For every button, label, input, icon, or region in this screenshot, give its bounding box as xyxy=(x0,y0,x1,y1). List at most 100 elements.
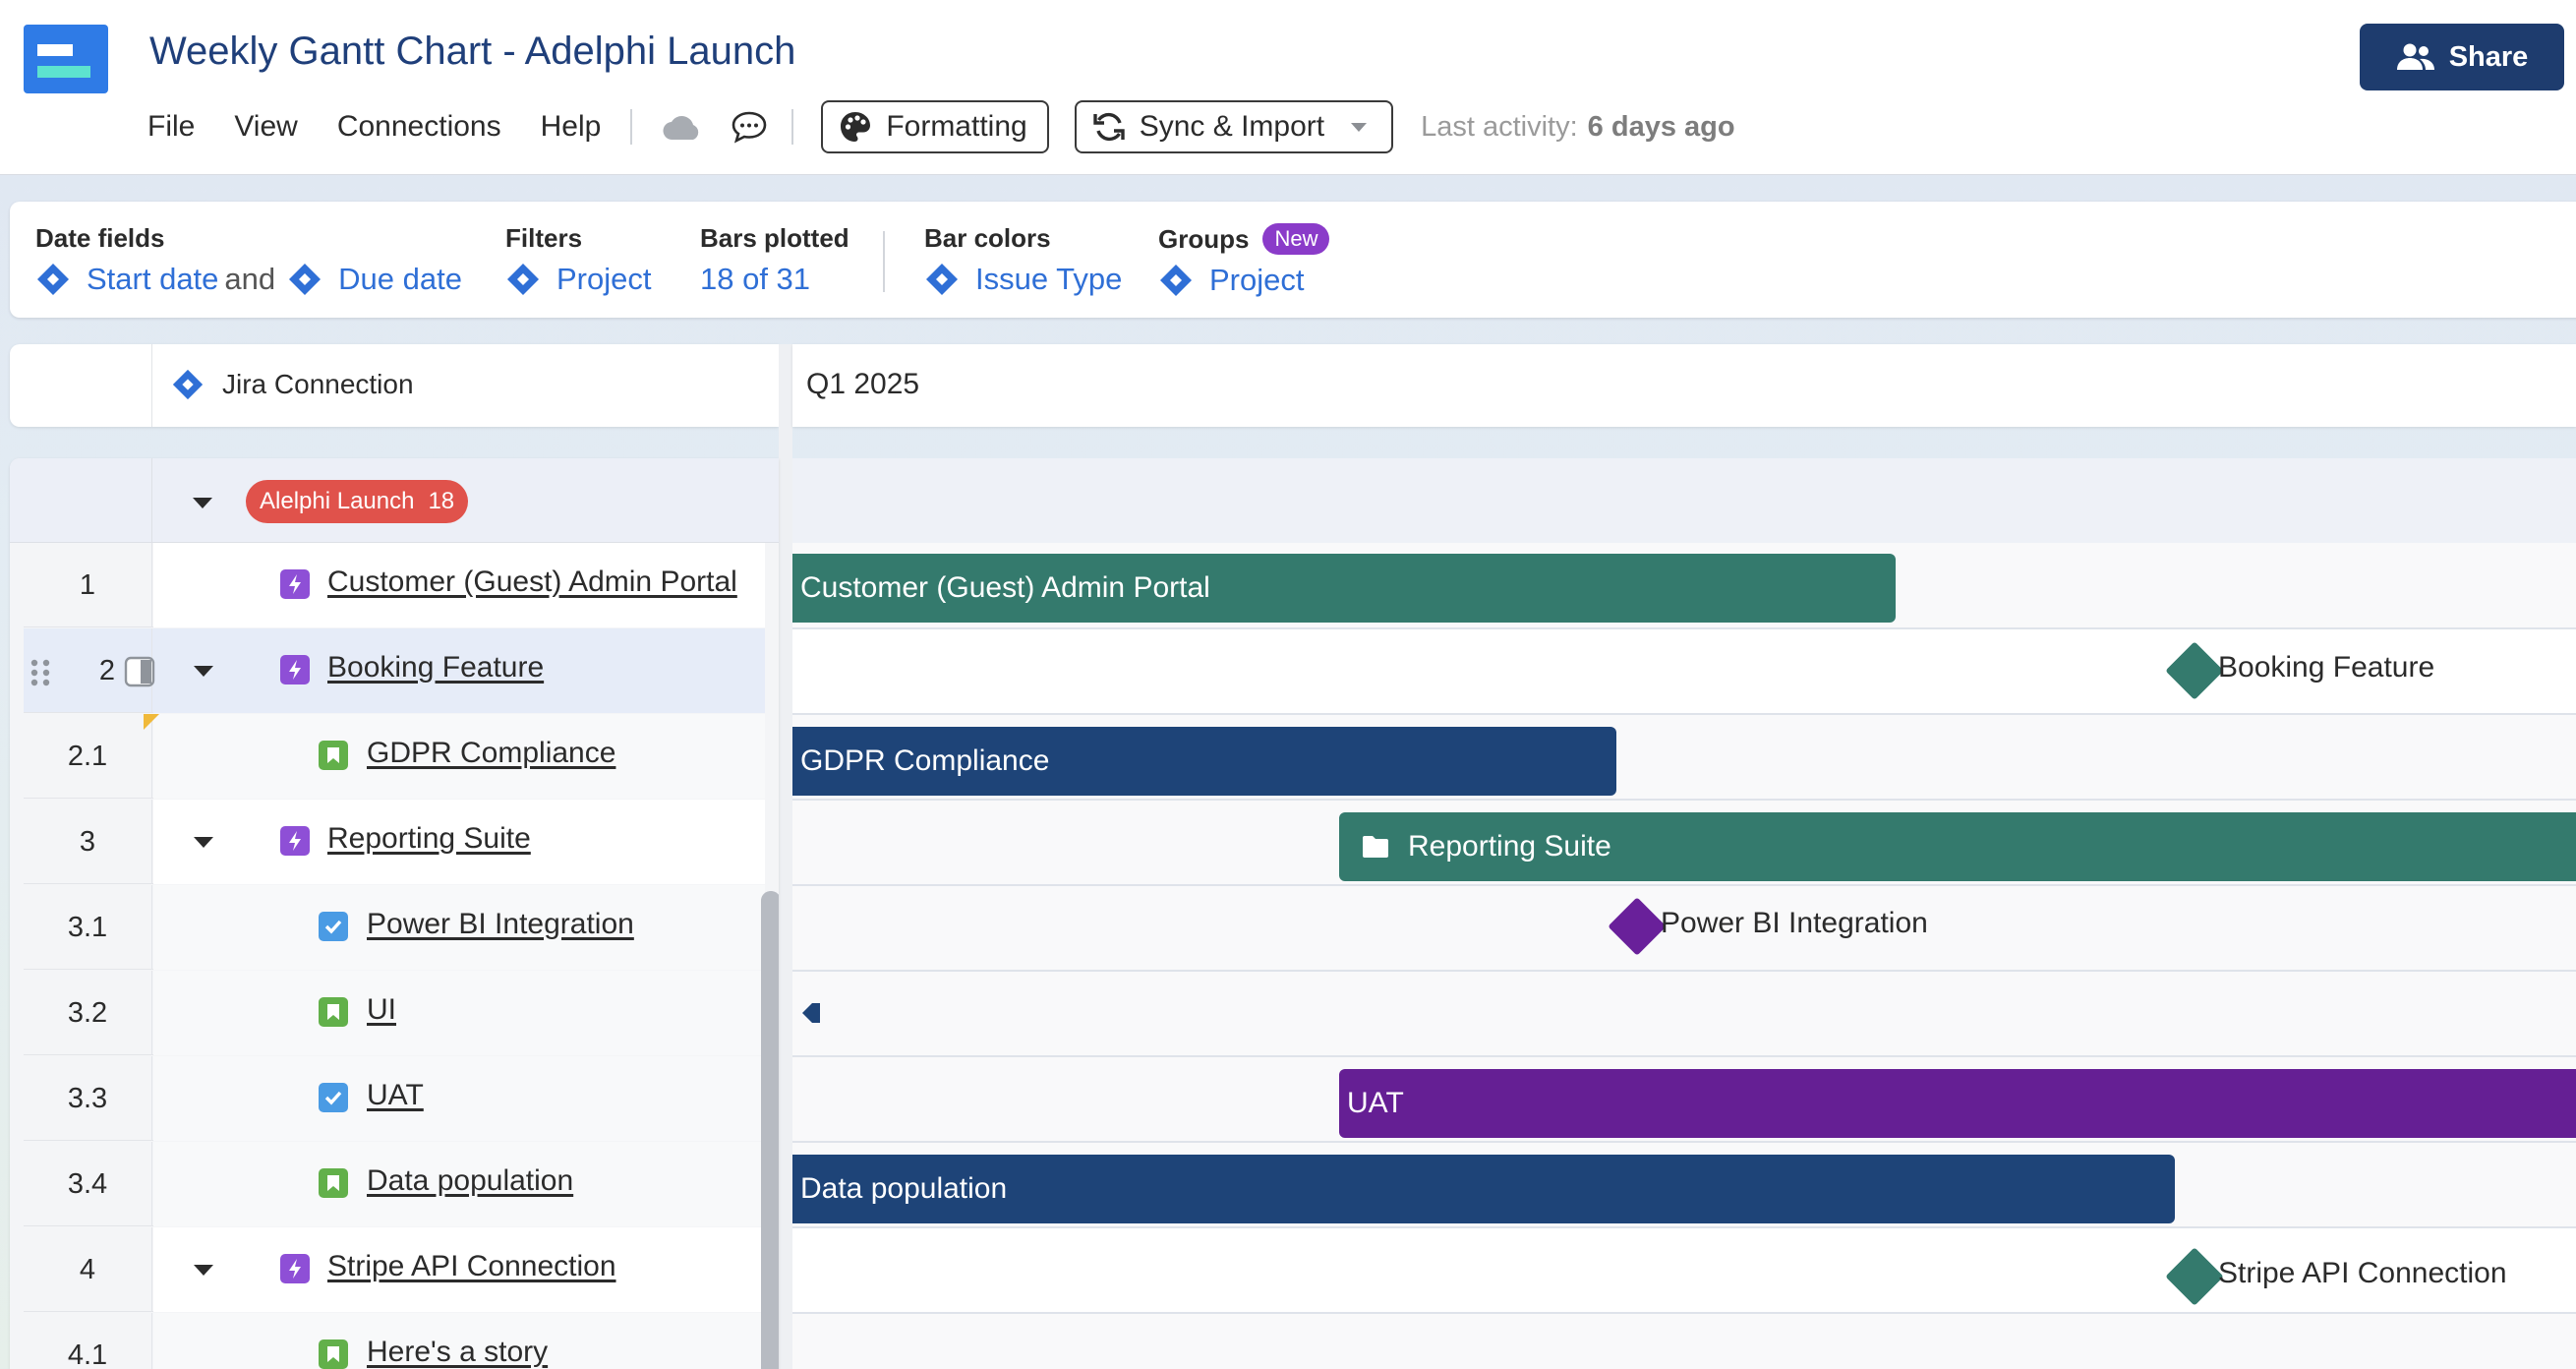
collapse-toggle[interactable] xyxy=(194,666,213,677)
issue-title[interactable]: Customer (Guest) Admin Portal xyxy=(327,565,737,599)
gantt-timeline: Customer (Guest) Admin Portal Booking Fe… xyxy=(792,458,2576,1369)
collapse-toggle[interactable] xyxy=(194,837,213,848)
jira-diamond-icon xyxy=(507,264,539,295)
chart-settings-bar: Date fields Start date and Due date Filt… xyxy=(10,202,2576,318)
sync-import-button[interactable]: Sync & Import xyxy=(1074,100,1394,153)
table-row[interactable]: 2 Booking Feature xyxy=(24,628,765,713)
jira-diamond-icon xyxy=(926,264,958,295)
task-icon xyxy=(319,912,348,941)
filters-label: Filters xyxy=(505,223,583,253)
document-title[interactable]: Weekly Gantt Chart - Adelphi Launch xyxy=(149,30,795,74)
last-activity-value: 6 days ago xyxy=(1587,110,1735,143)
bar-colors-value[interactable]: Issue Type xyxy=(975,262,1122,297)
bars-plotted-label: Bars plotted xyxy=(700,223,849,253)
gantt-bar[interactable]: Customer (Guest) Admin Portal xyxy=(792,554,1896,623)
issue-title[interactable]: GDPR Compliance xyxy=(367,737,615,770)
last-activity: Last activity: 6 days ago xyxy=(1421,111,1734,144)
sync-import-label: Sync & Import xyxy=(1139,110,1325,143)
comment-icon[interactable] xyxy=(727,107,772,147)
menu-file[interactable]: File xyxy=(147,110,195,144)
groups-value[interactable]: Project xyxy=(1209,263,1304,298)
pane-splitter[interactable] xyxy=(779,344,792,1369)
collapse-group-toggle[interactable] xyxy=(193,498,212,508)
issue-title[interactable]: Booking Feature xyxy=(327,651,544,684)
row-number: 4.1 xyxy=(24,1313,152,1369)
table-scrollbar[interactable] xyxy=(761,891,779,1369)
sync-icon xyxy=(1093,112,1125,142)
row-number: 3.3 xyxy=(24,1056,152,1141)
row-number: 3 xyxy=(24,800,152,884)
table-row[interactable]: 3 Reporting Suite xyxy=(24,800,765,884)
last-activity-label: Last activity: xyxy=(1421,110,1578,143)
row-number: 1 xyxy=(24,543,152,627)
groups-label: Groups xyxy=(1158,223,1250,254)
open-panel-icon[interactable] xyxy=(124,656,155,687)
connection-header[interactable]: Jira Connection xyxy=(171,368,414,401)
date-fields-setting: Date fields Start date and Due date xyxy=(35,223,462,297)
due-date-field[interactable]: Due date xyxy=(338,262,462,297)
cloud-icon[interactable] xyxy=(660,107,705,147)
menu-connections[interactable]: Connections xyxy=(337,110,501,144)
share-label: Share xyxy=(2448,40,2529,73)
gantt-bar-label: Reporting Suite xyxy=(1408,830,1611,863)
filters-setting: Filters Project xyxy=(505,223,651,297)
scrollbar-thumb[interactable] xyxy=(761,891,779,1369)
collapse-toggle[interactable] xyxy=(194,1265,213,1276)
story-icon xyxy=(319,1168,348,1198)
row-number: 4 xyxy=(24,1227,152,1312)
row-number: 3.2 xyxy=(24,971,152,1055)
gantt-bar[interactable]: UAT xyxy=(1339,1069,2576,1138)
issue-title[interactable]: UI xyxy=(367,993,396,1027)
gantt-bar-label: Data population xyxy=(800,1172,1008,1205)
formatting-button[interactable]: Formatting xyxy=(821,100,1049,153)
gantt-milestone-label: Power BI Integration xyxy=(1661,907,1928,939)
issue-title[interactable]: Power BI Integration xyxy=(367,908,634,941)
story-icon xyxy=(319,1339,348,1369)
share-button[interactable]: Share xyxy=(2360,24,2564,90)
palette-icon xyxy=(841,112,871,142)
menu-view[interactable]: View xyxy=(234,110,297,144)
table-row[interactable]: 4.1 Here's a story xyxy=(24,1313,765,1369)
menu-help[interactable]: Help xyxy=(541,110,602,144)
table-row[interactable]: 3.3 UAT xyxy=(24,1056,765,1141)
table-row[interactable]: 4 Stripe API Connection xyxy=(24,1227,765,1312)
table-row[interactable]: 2.1 GDPR Compliance xyxy=(24,714,765,799)
and-text: and xyxy=(224,262,276,296)
epic-icon xyxy=(280,655,310,684)
gantt-milestone[interactable] xyxy=(1608,897,1667,956)
issue-title[interactable]: Here's a story xyxy=(367,1336,548,1369)
chevron-down-icon xyxy=(1351,123,1368,132)
issue-title[interactable]: Stripe API Connection xyxy=(327,1250,616,1283)
table-row[interactable]: 3.4 Data population xyxy=(24,1142,765,1226)
gantt-bar[interactable]: Reporting Suite xyxy=(1339,812,2576,881)
gantt-bar[interactable]: GDPR Compliance xyxy=(792,727,1616,796)
table-row[interactable]: 3.1 Power BI Integration xyxy=(24,885,765,970)
gantt-bar-stub[interactable] xyxy=(798,999,822,1027)
bars-plotted-value[interactable]: 18 of 31 xyxy=(700,262,810,297)
epic-icon xyxy=(280,826,310,856)
table-row[interactable]: 3.2 UI xyxy=(24,971,765,1055)
gantt-bar[interactable]: Data population xyxy=(792,1155,2175,1223)
group-name: Alelphi Launch xyxy=(260,488,415,514)
app-logo[interactable] xyxy=(24,25,108,93)
start-date-field[interactable]: Start date xyxy=(87,262,218,297)
new-badge: New xyxy=(1262,223,1330,255)
bar-colors-setting: Bar colors Issue Type xyxy=(924,223,1122,297)
drag-handle-icon[interactable] xyxy=(29,658,51,687)
filters-value[interactable]: Project xyxy=(556,262,651,297)
folder-icon xyxy=(1363,836,1388,858)
connection-label: Jira Connection xyxy=(222,369,414,399)
story-icon xyxy=(319,997,348,1027)
gantt-bar-label: GDPR Compliance xyxy=(800,744,1050,777)
issue-title[interactable]: Data population xyxy=(367,1164,573,1198)
settings-divider xyxy=(883,231,885,292)
gantt-bar-label: Customer (Guest) Admin Portal xyxy=(800,571,1210,604)
issue-title[interactable]: Reporting Suite xyxy=(327,822,531,856)
row-number: 2.1 xyxy=(24,714,152,799)
group-pill[interactable]: Alelphi Launch 18 xyxy=(246,480,469,523)
issue-title[interactable]: UAT xyxy=(367,1079,424,1112)
task-table: Alelphi Launch 18 1 Customer (Guest) Adm… xyxy=(10,458,779,1369)
bars-plotted-setting: Bars plotted 18 of 31 xyxy=(700,223,849,297)
table-header: Jira Connection xyxy=(10,344,779,427)
table-row[interactable]: 1 Customer (Guest) Admin Portal xyxy=(24,543,765,627)
